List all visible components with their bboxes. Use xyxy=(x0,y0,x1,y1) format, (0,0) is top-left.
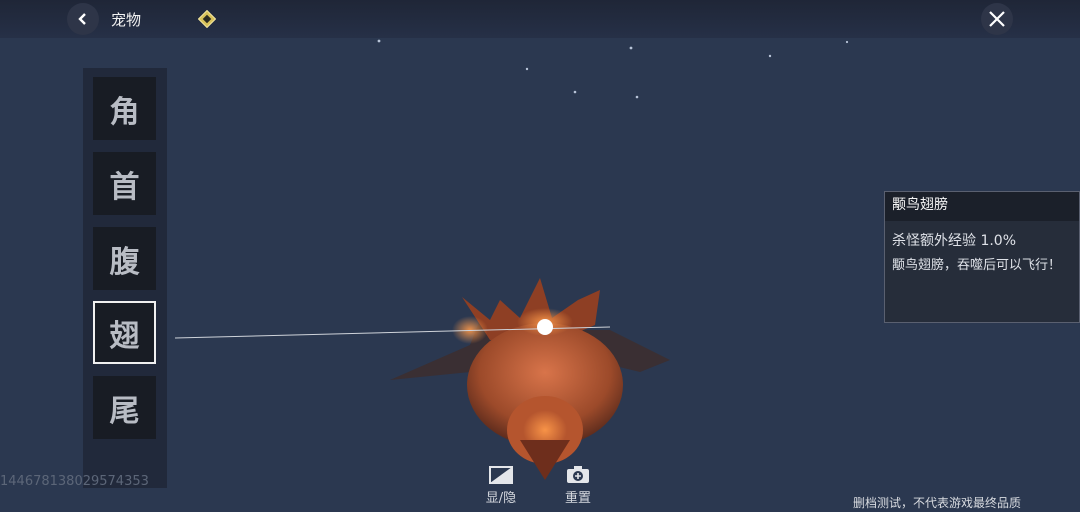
chevron-left-icon xyxy=(78,13,86,25)
part-tab-tail[interactable]: 尾 xyxy=(93,376,156,439)
diamond-icon[interactable] xyxy=(198,10,216,28)
part-info-panel: 颙鸟翅膀 杀怪额外经验 1.0% 颙鸟翅膀，吞噬后可以飞行！ xyxy=(884,191,1080,323)
part-info-title: 颙鸟翅膀 xyxy=(885,192,1079,221)
test-disclaimer: 删档测试，不代表游戏最终品质 xyxy=(853,496,1022,510)
part-tab-belly[interactable]: 腹 xyxy=(93,227,156,290)
page-title: 宠物 xyxy=(111,11,142,29)
close-icon xyxy=(989,11,1005,27)
part-tab-horn[interactable]: 角 xyxy=(93,77,156,140)
top-bar: 宠物 xyxy=(0,0,1080,38)
part-info-description: 颙鸟翅膀，吞噬后可以飞行！ xyxy=(892,258,1062,273)
part-tab-head[interactable]: 首 xyxy=(93,152,156,215)
back-button[interactable] xyxy=(67,3,99,35)
part-tab-wing[interactable]: 翅 xyxy=(93,301,156,364)
stars xyxy=(377,32,942,99)
part-info-bonus: 杀怪额外经验 1.0% xyxy=(892,233,1017,249)
reset-button[interactable]: 重置 xyxy=(556,466,600,508)
pet-creature xyxy=(174,278,670,480)
close-button[interactable] xyxy=(981,3,1013,35)
reset-label: 重置 xyxy=(564,491,591,506)
camera-icon xyxy=(567,466,589,483)
selection-point xyxy=(537,319,553,335)
toggle-visibility-button[interactable]: 显/隐 xyxy=(479,466,523,508)
part-selector: 角 首 腹 翅 尾 xyxy=(83,68,167,488)
show-hide-icon xyxy=(489,466,513,484)
toggle-visibility-label: 显/隐 xyxy=(485,491,517,506)
player-id: 144678138029574353 xyxy=(0,474,149,489)
